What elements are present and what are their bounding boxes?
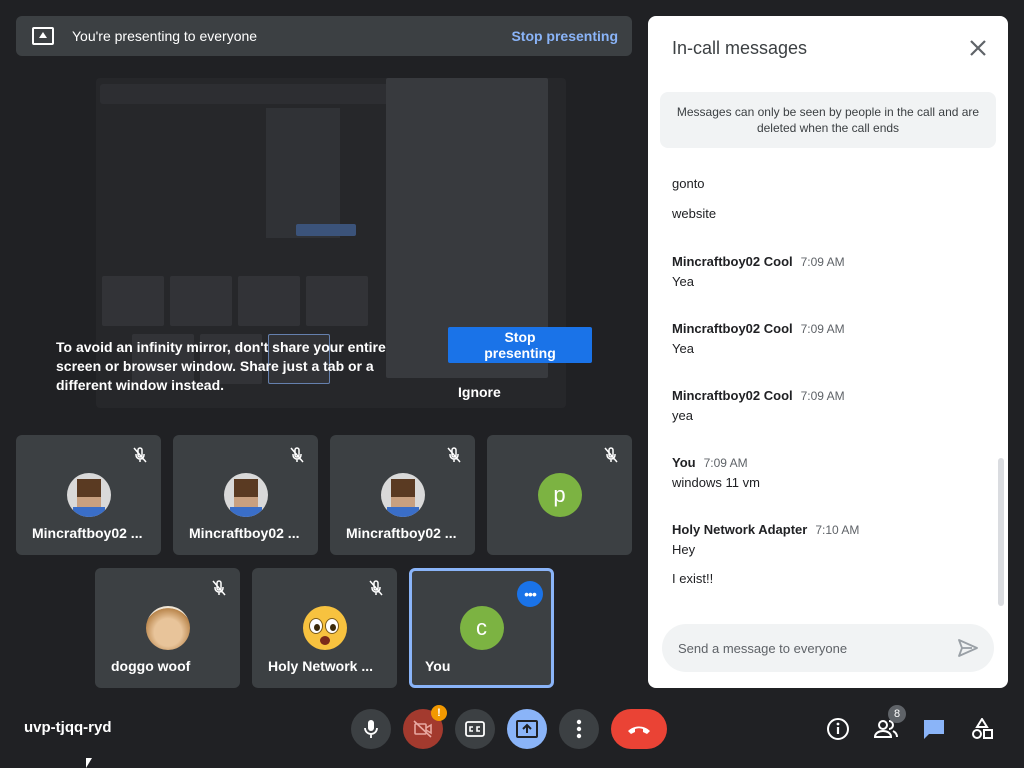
info-icon bbox=[827, 718, 849, 740]
message-sender: Mincraftboy02 Cool bbox=[672, 321, 793, 336]
stop-presenting-button[interactable]: Stop presenting bbox=[448, 327, 592, 363]
meeting-code: uvp-tjqq-ryd bbox=[24, 719, 112, 736]
camera-off-icon bbox=[413, 720, 432, 738]
participant-name: doggo woof bbox=[111, 658, 191, 674]
end-call-icon bbox=[628, 726, 650, 734]
message-time: 7:09 AM bbox=[800, 389, 845, 403]
present-now-button[interactable] bbox=[507, 709, 547, 749]
chat-button[interactable] bbox=[918, 713, 950, 745]
chat-message-input[interactable] bbox=[678, 640, 958, 656]
letter-avatar: p bbox=[537, 473, 582, 517]
message-sender: Mincraftboy02 Cool bbox=[672, 254, 793, 269]
present-screen-icon bbox=[32, 27, 54, 45]
mic-off-icon bbox=[369, 580, 383, 596]
people-count-badge: 8 bbox=[888, 705, 906, 723]
mic-off-icon bbox=[133, 447, 147, 463]
chat-message: You 7:09 AM windows 11 vm bbox=[672, 455, 760, 490]
letter-avatar: c bbox=[459, 606, 504, 650]
activities-button[interactable] bbox=[966, 713, 998, 745]
chat-message: I exist!! bbox=[672, 571, 713, 586]
camera-warning-badge: ! bbox=[431, 705, 447, 721]
microphone-icon bbox=[364, 720, 378, 738]
mic-off-icon bbox=[604, 447, 618, 463]
message-time: 7:09 AM bbox=[703, 456, 748, 470]
chat-message-list[interactable]: gonto website Mincraftboy02 Cool 7:09 AM … bbox=[648, 166, 1008, 622]
mouse-cursor-icon bbox=[86, 758, 92, 768]
close-icon bbox=[970, 40, 986, 56]
participant-tile[interactable]: Mincraftboy02 ... bbox=[173, 435, 318, 555]
close-chat-button[interactable] bbox=[968, 38, 988, 58]
more-options-icon[interactable]: ••• bbox=[517, 581, 543, 607]
leave-call-button[interactable] bbox=[611, 709, 667, 749]
message-sender: Holy Network Adapter bbox=[672, 522, 808, 537]
closed-captions-icon bbox=[465, 721, 485, 737]
meeting-details-button[interactable] bbox=[822, 713, 854, 745]
chat-compose-box bbox=[662, 624, 994, 672]
send-icon[interactable] bbox=[958, 639, 978, 657]
message-text: Yea bbox=[672, 274, 694, 289]
microphone-button[interactable] bbox=[351, 709, 391, 749]
participant-tile[interactable]: Mincraftboy02 ... bbox=[16, 435, 161, 555]
message-sender: Mincraftboy02 Cool bbox=[672, 388, 793, 403]
mic-off-icon bbox=[290, 447, 304, 463]
participant-name: Mincraftboy02 ... bbox=[189, 525, 300, 541]
screen-share-preview: To avoid an infinity mirror, don't share… bbox=[16, 72, 632, 420]
presenting-banner-text: You're presenting to everyone bbox=[72, 28, 258, 44]
presenting-banner: You're presenting to everyone Stop prese… bbox=[16, 16, 632, 56]
message-time: 7:09 AM bbox=[800, 255, 845, 269]
message-time: 7:09 AM bbox=[800, 322, 845, 336]
message-text: windows 11 vm bbox=[672, 475, 760, 490]
self-participant-tile[interactable]: ••• c You bbox=[409, 568, 554, 688]
minecraft-avatar bbox=[66, 473, 111, 517]
participant-tile[interactable]: Mincraftboy02 ... bbox=[330, 435, 475, 555]
chat-scrollbar[interactable] bbox=[998, 458, 1004, 606]
participant-name: You bbox=[425, 658, 451, 674]
chat-icon bbox=[924, 720, 944, 739]
message-text: yea bbox=[672, 408, 693, 423]
infinity-mirror-advice: To avoid an infinity mirror, don't share… bbox=[56, 339, 386, 393]
chat-message: Mincraftboy02 Cool 7:09 AM Yea bbox=[672, 321, 845, 356]
in-call-messages-panel: In-call messages Messages can only be se… bbox=[648, 16, 1008, 688]
message-text: Hey bbox=[672, 542, 696, 557]
chat-message: website bbox=[672, 206, 716, 221]
participant-tile[interactable]: Holy Network ... bbox=[252, 568, 397, 688]
message-text: website bbox=[672, 206, 717, 221]
participant-name: Mincraftboy02 ... bbox=[346, 525, 457, 541]
message-text: I exist!! bbox=[672, 571, 714, 586]
chat-panel-title: In-call messages bbox=[672, 38, 808, 58]
participant-tile[interactable]: doggo woof bbox=[95, 568, 240, 688]
ignore-button[interactable]: Ignore bbox=[458, 384, 501, 400]
chat-message: Holy Network Adapter 7:10 AM Hey bbox=[672, 522, 859, 557]
message-sender: You bbox=[672, 455, 696, 470]
banner-stop-presenting-button[interactable]: Stop presenting bbox=[511, 28, 618, 44]
chat-privacy-notice: Messages can only be seen by people in t… bbox=[660, 92, 996, 148]
minecraft-avatar bbox=[223, 473, 268, 517]
participant-name: Mincraftboy02 ... bbox=[32, 525, 143, 541]
shapes-icon bbox=[972, 718, 993, 739]
message-text: Yea bbox=[672, 341, 694, 356]
minecraft-avatar bbox=[380, 473, 425, 517]
mic-off-icon bbox=[212, 580, 226, 596]
bottom-toolbar: uvp-tjqq-ryd ! 8 bbox=[0, 700, 1024, 768]
mic-off-icon bbox=[447, 447, 461, 463]
captions-button[interactable] bbox=[455, 709, 495, 749]
message-text: gonto bbox=[672, 176, 705, 191]
chat-message: Mincraftboy02 Cool 7:09 AM yea bbox=[672, 388, 845, 423]
participant-tile[interactable]: p bbox=[487, 435, 632, 555]
camera-button[interactable]: ! bbox=[403, 705, 447, 749]
more-options-button[interactable] bbox=[559, 709, 599, 749]
chat-message: gonto bbox=[672, 176, 705, 191]
more-vertical-icon bbox=[576, 719, 582, 739]
dog-photo-avatar bbox=[145, 606, 190, 650]
participant-name: Holy Network ... bbox=[268, 658, 374, 674]
chat-message: Mincraftboy02 Cool 7:09 AM Yea bbox=[672, 254, 845, 289]
message-time: 7:10 AM bbox=[815, 523, 860, 537]
emoji-face-avatar bbox=[302, 606, 347, 650]
present-screen-icon bbox=[516, 720, 538, 738]
people-button[interactable]: 8 bbox=[870, 705, 906, 745]
